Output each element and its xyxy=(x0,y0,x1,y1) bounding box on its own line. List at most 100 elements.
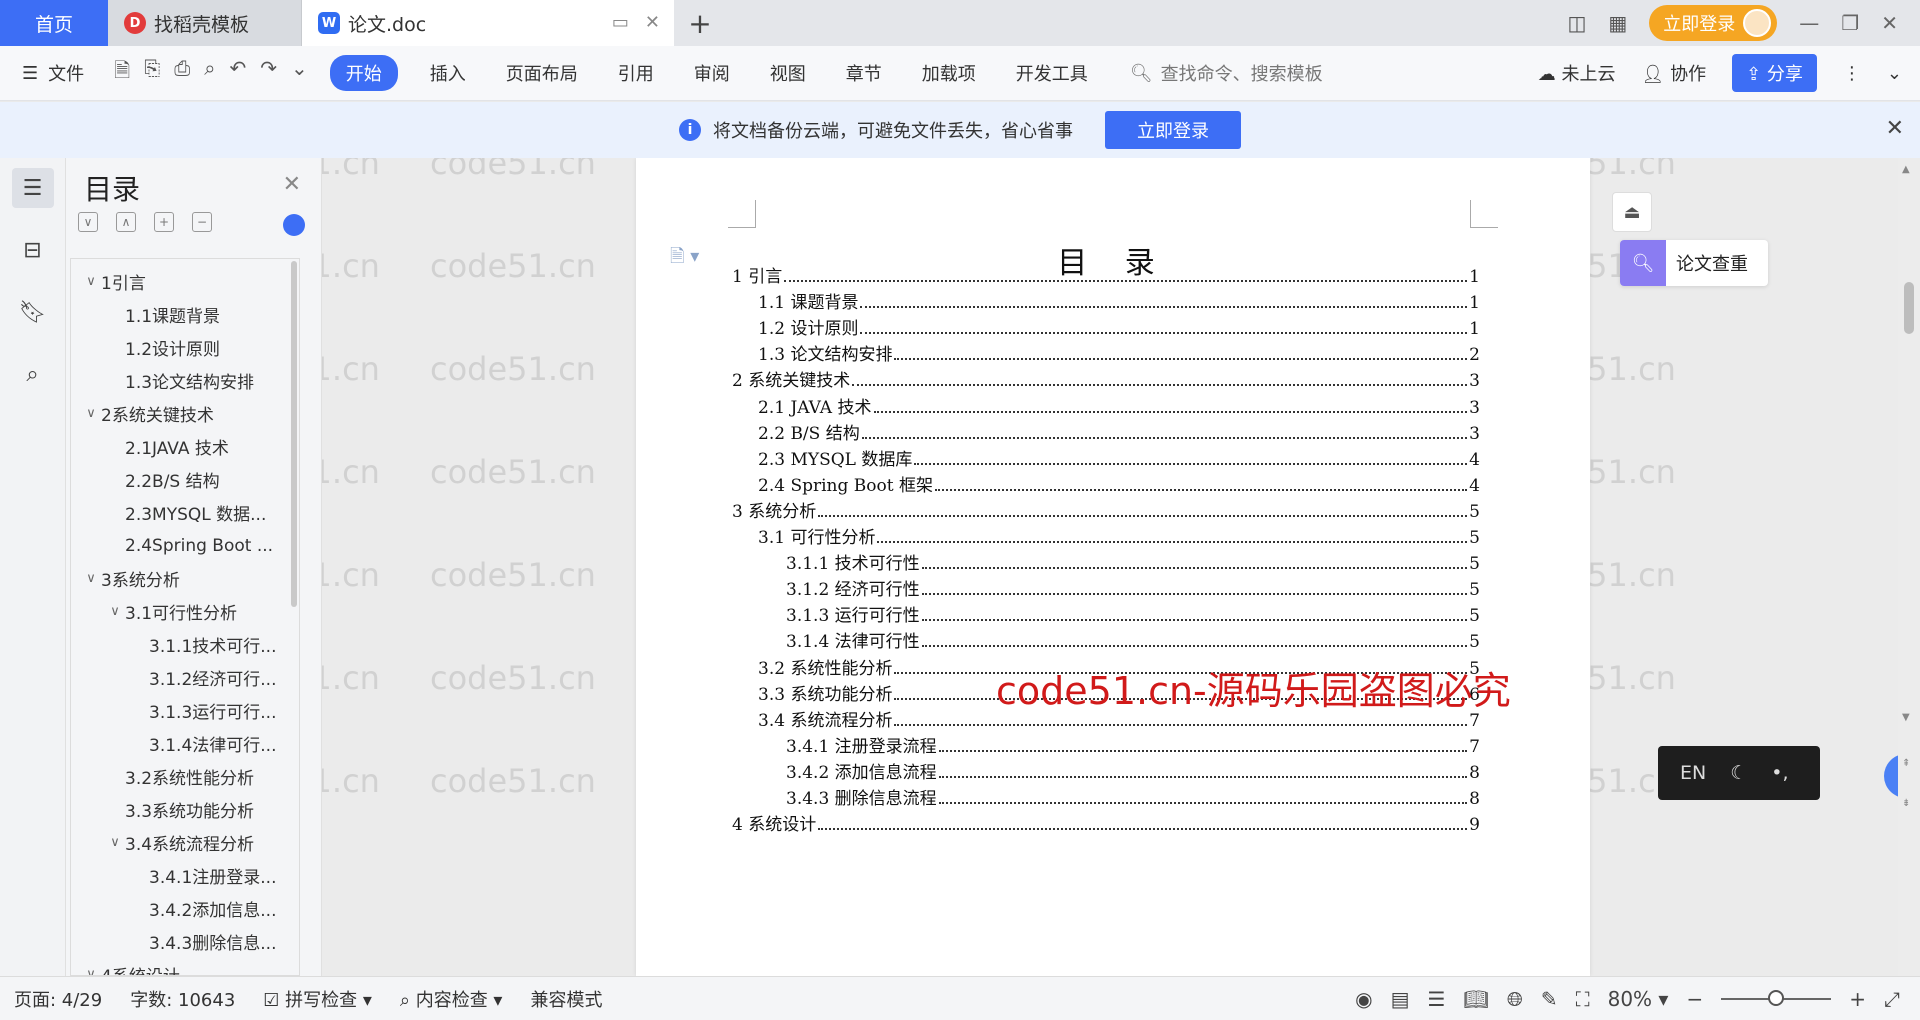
tab-home[interactable]: 首页 xyxy=(0,0,108,46)
eye-protect-icon[interactable]: ◉ xyxy=(1355,987,1372,1011)
minimize-icon[interactable]: — xyxy=(1799,11,1819,35)
toc-tree-item[interactable]: 2.2B/S 结构 xyxy=(71,463,299,496)
fullscreen-icon[interactable]: ⤢ xyxy=(1884,987,1900,1011)
fit-page-icon[interactable]: ⛶ xyxy=(1576,987,1590,1011)
toc-tree-item[interactable]: ∨ 1引言 xyxy=(71,265,299,298)
write-view-icon[interactable]: ✎ xyxy=(1541,987,1558,1011)
toc-tree-item[interactable]: 3.2系统性能分析 xyxy=(71,760,299,793)
ai-assistant-icon[interactable] xyxy=(283,214,305,236)
scroll-down-icon[interactable]: ▼ xyxy=(1902,712,1910,723)
chevron-down-icon[interactable]: ∨ xyxy=(81,406,101,421)
screen-mode-icon[interactable]: ▭ xyxy=(612,12,629,33)
zoom-slider-knob[interactable] xyxy=(1768,989,1785,1006)
chevron-down-icon[interactable]: ∨ xyxy=(81,274,101,289)
redo-icon[interactable]: ↷ xyxy=(260,56,277,90)
new-tab-button[interactable]: + xyxy=(674,0,726,46)
collaborate-button[interactable]: 👤︎ 协作 xyxy=(1642,60,1707,86)
toc-panel-icon[interactable]: ☰ xyxy=(11,168,54,208)
toc-tree-item[interactable]: 3.1.4法律可行... xyxy=(71,727,299,760)
login-button[interactable]: 立即登录 xyxy=(1649,5,1778,41)
zoom-out-icon[interactable]: − xyxy=(1686,987,1703,1011)
read-view-icon[interactable]: 📖︎ xyxy=(1463,987,1488,1011)
toc-entry[interactable]: 2.4 Spring Boot 框架 4 xyxy=(758,471,1480,496)
toc-entry[interactable]: 3 系统分析 5 xyxy=(732,497,1480,522)
web-view-icon[interactable]: 🌐︎ xyxy=(1507,987,1523,1011)
toc-tree-item[interactable]: 3.4.1注册登录... xyxy=(71,859,299,892)
ime-language[interactable]: EN xyxy=(1680,762,1706,784)
toc-tree-item[interactable]: 2.4Spring Boot ... xyxy=(71,529,299,562)
toc-entry[interactable]: 3.4.1 注册登录流程 7 xyxy=(786,732,1480,757)
toc-tree-item[interactable]: 3.4.3删除信息... xyxy=(71,925,299,958)
zoom-in-icon[interactable]: + xyxy=(1849,987,1866,1011)
page-count[interactable]: 页面: 4/29 xyxy=(0,986,116,1012)
ribbon-tab[interactable]: 加载项 xyxy=(902,60,996,86)
outline-view-icon[interactable]: ☰ xyxy=(1428,987,1446,1011)
expand-all-icon[interactable]: ∨ xyxy=(78,212,98,232)
chapter-nav-icon[interactable]: ⊟ xyxy=(12,230,54,270)
close-window-icon[interactable]: ✕ xyxy=(1881,11,1898,35)
save-icon[interactable]: 🗎 xyxy=(114,56,130,90)
apps-grid-icon[interactable]: ▦ xyxy=(1608,11,1627,35)
ribbon-tab[interactable]: 审阅 xyxy=(674,60,750,86)
notice-login-button[interactable]: 立即登录 xyxy=(1105,111,1241,149)
toc-entry[interactable]: 3.1.4 法律可行性 5 xyxy=(786,627,1480,652)
toc-tree-item[interactable]: ∨ 3.4系统流程分析 xyxy=(71,826,299,859)
find-icon[interactable]: ⌕ xyxy=(12,354,54,394)
toc-entry[interactable]: 2.1 JAVA 技术 3 xyxy=(758,393,1480,418)
close-notice-icon[interactable]: ✕ xyxy=(1886,116,1904,141)
page-view-icon[interactable]: ▤ xyxy=(1391,987,1410,1011)
scroll-up-icon[interactable]: ▲ xyxy=(1902,164,1910,175)
toc-tree-item[interactable]: ∨ 3系统分析 xyxy=(71,562,299,595)
toc-entry[interactable]: 1.1 课题背景 1 xyxy=(758,288,1480,313)
ime-toolbar[interactable]: EN ☾ •, xyxy=(1658,746,1820,800)
toc-tree-item[interactable]: 1.3论文结构安排 xyxy=(71,364,299,397)
export-icon[interactable]: ⎘ xyxy=(144,56,160,90)
chevron-down-icon[interactable]: ∨ xyxy=(81,571,101,586)
command-search[interactable]: 🔍︎ 查找命令、搜索模板 xyxy=(1108,60,1323,86)
toc-tree-item[interactable]: ∨ 3.1可行性分析 xyxy=(71,595,299,628)
toc-entry[interactable]: 3.1.1 技术可行性 5 xyxy=(786,549,1480,574)
zoom-slider[interactable] xyxy=(1721,989,1832,1006)
spell-check-button[interactable]: ☑ 拼写检查 ▾ xyxy=(249,986,386,1012)
share-button[interactable]: ⇪ 分享 xyxy=(1732,54,1817,92)
ribbon-tab[interactable]: 开始 xyxy=(329,55,398,91)
layout-icon[interactable]: ◫ xyxy=(1567,11,1586,35)
toc-entry[interactable]: 3.4.3 删除信息流程 8 xyxy=(786,784,1480,809)
undo-icon[interactable]: ↶ xyxy=(229,56,246,90)
toc-tree-item[interactable]: 1.2设计原则 xyxy=(71,331,299,364)
toc-tree-item[interactable]: ∨ 2系统关键技术 xyxy=(71,397,299,430)
ribbon-tab[interactable]: 引用 xyxy=(598,60,674,86)
toc-tree-item[interactable]: 2.3MYSQL 数据... xyxy=(71,496,299,529)
close-toc-icon[interactable]: ✕ xyxy=(283,172,301,197)
document-page[interactable]: 🗎︎ ▾ 目 录 1 引言 1 1.1 课题背景 1 1.2 设计原则 1 1.3 论文结构… xyxy=(636,158,1590,976)
tab-templates[interactable]: D 找稻壳模板 xyxy=(108,0,302,46)
moon-icon[interactable]: ☾ xyxy=(1730,762,1747,784)
cloud-status[interactable]: ☁ 未上云 xyxy=(1538,60,1616,86)
toc-entry[interactable]: 3.1.3 运行可行性 5 xyxy=(786,601,1480,626)
collapse-all-icon[interactable]: ∧ xyxy=(116,212,136,232)
word-count[interactable]: 字数: 10643 xyxy=(116,986,249,1012)
toc-entry[interactable]: 2.2 B/S 结构 3 xyxy=(758,419,1480,444)
toc-entry[interactable]: 4 系统设计 9 xyxy=(732,810,1480,835)
ribbon-tab[interactable]: 插入 xyxy=(410,60,486,86)
toc-entry[interactable]: 3.1.2 经济可行性 5 xyxy=(786,575,1480,600)
ribbon-tab[interactable]: 页面布局 xyxy=(486,60,598,86)
add-heading-icon[interactable]: + xyxy=(154,212,174,232)
scrollbar-thumb[interactable] xyxy=(1904,282,1914,334)
file-menu[interactable]: ☰ 文件 xyxy=(0,60,104,86)
toc-entry[interactable]: 1 引言 1 xyxy=(732,262,1480,287)
collapse-panel-icon[interactable]: ⏏ xyxy=(1612,192,1652,232)
more-icon[interactable]: ⋮ xyxy=(1843,63,1861,84)
tab-document[interactable]: W 论文.doc ▭ ✕ xyxy=(302,0,674,46)
plagiarism-check-button[interactable]: 🔍︎ 论文查重 xyxy=(1620,240,1768,286)
remove-heading-icon[interactable]: − xyxy=(192,212,212,232)
toc-tree-item[interactable]: 3.1.3运行可行... xyxy=(71,694,299,727)
quick-access-dropdown-icon[interactable]: ⌄ xyxy=(291,56,308,90)
toc-scrollbar[interactable] xyxy=(291,261,297,607)
toc-tree-item[interactable]: 3.1.1技术可行... xyxy=(71,628,299,661)
toc-entry[interactable]: 2.3 MYSQL 数据库 4 xyxy=(758,445,1480,470)
toc-tree-item[interactable]: 3.1.2经济可行... xyxy=(71,661,299,694)
toc-entry[interactable]: 1.2 设计原则 1 xyxy=(758,314,1480,339)
chevron-down-icon[interactable]: ∨ xyxy=(81,967,101,975)
toc-tree-item[interactable]: 3.4.2添加信息... xyxy=(71,892,299,925)
